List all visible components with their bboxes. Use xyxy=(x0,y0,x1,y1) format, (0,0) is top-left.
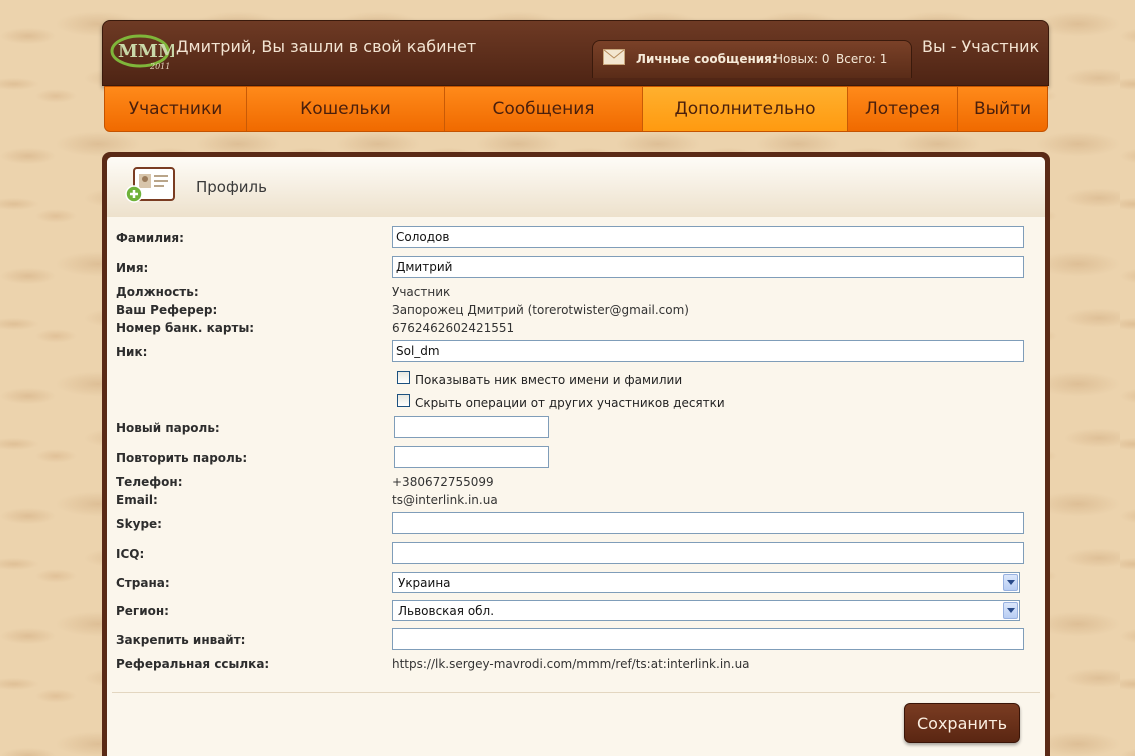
region-select[interactable]: Львовская обл. xyxy=(392,600,1020,621)
main-nav: Участники Кошельки Сообщения Дополнитель… xyxy=(104,86,1048,132)
email-value: ts@interlink.in.ua xyxy=(392,493,498,507)
referral-link-label: Реферальная ссылка: xyxy=(116,657,270,671)
position-label: Должность: xyxy=(116,285,199,299)
phone-label: Телефон: xyxy=(116,475,183,489)
welcome-text: Дмитрий, Вы зашли в свой кабинет xyxy=(176,37,477,56)
nav-additional[interactable]: Дополнительно xyxy=(643,87,848,131)
region-selected-value: Львовская обл. xyxy=(398,604,495,618)
save-button[interactable]: Сохранить xyxy=(904,703,1020,743)
first-name-input[interactable] xyxy=(392,256,1024,278)
invite-label: Закрепить инвайт: xyxy=(116,633,246,647)
region-label: Регион: xyxy=(116,604,169,618)
show-nick-label[interactable]: Показывать ник вместо имени и фамилии xyxy=(415,373,682,387)
divider xyxy=(112,692,1040,693)
page-title: Профиль xyxy=(196,178,267,196)
nav-logout[interactable]: Выйти xyxy=(958,87,1047,131)
hide-operations-label[interactable]: Скрыть операции от других участников дес… xyxy=(415,396,725,410)
referrer-value: Запорожец Дмитрий (torerotwister@gmail.c… xyxy=(392,303,689,317)
role-text: Вы - Участник xyxy=(922,37,1040,56)
phone-value: +380672755099 xyxy=(392,475,494,489)
new-password-input[interactable] xyxy=(394,416,549,438)
chevron-down-icon[interactable] xyxy=(1003,602,1018,619)
last-name-input[interactable] xyxy=(392,226,1024,248)
envelope-icon[interactable] xyxy=(603,49,625,68)
mmm-logo: МММ 2011 xyxy=(110,29,178,73)
svg-text:2011: 2011 xyxy=(149,62,170,71)
referrer-label: Ваш Реферер: xyxy=(116,303,218,317)
position-value: Участник xyxy=(392,285,451,299)
skype-input[interactable] xyxy=(392,512,1024,534)
nick-input[interactable] xyxy=(392,340,1024,362)
icq-label: ICQ: xyxy=(116,547,145,561)
card-number-value: 6762462602421551 xyxy=(392,321,515,335)
referral-link-value[interactable]: https://lk.sergey-mavrodi.com/mmm/ref/ts… xyxy=(392,657,750,671)
country-label: Страна: xyxy=(116,576,170,590)
repeat-password-input[interactable] xyxy=(394,446,549,468)
show-nick-checkbox[interactable] xyxy=(397,371,410,384)
svg-text:МММ: МММ xyxy=(118,41,174,62)
nav-messages[interactable]: Сообщения xyxy=(445,87,643,131)
skype-label: Skype: xyxy=(116,517,162,531)
nick-label: Ник: xyxy=(116,345,148,359)
messages-label[interactable]: Личные сообщения: xyxy=(636,52,777,66)
icq-input[interactable] xyxy=(392,542,1024,564)
country-selected-value: Украина xyxy=(398,576,451,590)
invite-input[interactable] xyxy=(392,628,1024,650)
last-name-label: Фамилия: xyxy=(116,231,184,245)
new-password-label: Новый пароль: xyxy=(116,421,220,435)
country-select[interactable]: Украина xyxy=(392,572,1020,593)
messages-total-count: Всего: 1 xyxy=(836,52,888,66)
messages-new-count: Новых: 0 xyxy=(774,52,830,66)
repeat-password-label: Повторить пароль: xyxy=(116,451,248,465)
card-number-label: Номер банк. карты: xyxy=(116,321,255,335)
chevron-down-icon[interactable] xyxy=(1003,574,1018,591)
first-name-label: Имя: xyxy=(116,261,149,275)
hide-operations-checkbox[interactable] xyxy=(397,394,410,407)
nav-participants[interactable]: Участники xyxy=(105,87,247,131)
nav-lottery[interactable]: Лотерея xyxy=(848,87,958,131)
nav-wallets[interactable]: Кошельки xyxy=(247,87,445,131)
email-label: Email: xyxy=(116,493,158,507)
profile-card-icon xyxy=(124,166,176,207)
